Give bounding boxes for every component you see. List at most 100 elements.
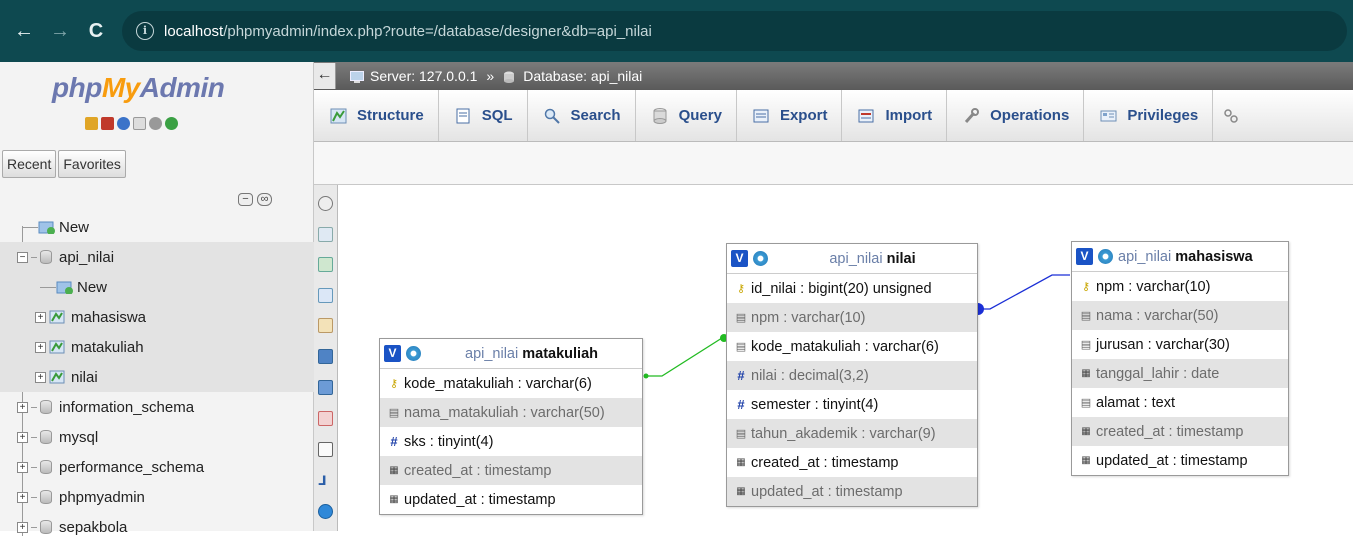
tree-item-mahasiswa[interactable]: + mahasiswa xyxy=(0,302,314,332)
tab-import[interactable]: Import xyxy=(842,90,948,141)
column-row[interactable]: ▤ npm : varchar(10) xyxy=(727,303,977,332)
column-row[interactable]: ▤ nama_matakuliah : varchar(50) xyxy=(380,398,642,427)
fullscreen-icon[interactable] xyxy=(318,227,333,242)
reload-icon[interactable]: C xyxy=(78,20,114,43)
field-icon: ▤ xyxy=(1080,397,1092,409)
toggle-columns-button[interactable]: V xyxy=(1076,248,1093,265)
routines-icon xyxy=(1223,108,1240,124)
tree-item-matakuliah[interactable]: + matakuliah xyxy=(0,332,314,362)
home-icon[interactable] xyxy=(85,117,98,130)
query-icon xyxy=(652,107,669,124)
expand-icon[interactable]: + xyxy=(17,491,28,503)
column-row[interactable]: ▦ updated_at : timestamp xyxy=(727,477,977,506)
column-row[interactable]: # nilai : decimal(3,2) xyxy=(727,361,977,390)
er-table-mahasiswa[interactable]: V api_nilai mahasiswa ⚷ npm : varchar(10)… xyxy=(1071,241,1289,476)
create-table-icon[interactable] xyxy=(318,442,333,457)
column-row[interactable]: ▦ updated_at : timestamp xyxy=(1072,446,1288,475)
table-options-gear-icon[interactable] xyxy=(753,251,768,266)
column-row[interactable]: ▦ created_at : timestamp xyxy=(1072,417,1288,446)
reload-navigation-icon[interactable] xyxy=(165,117,178,130)
table-options-gear-icon[interactable] xyxy=(1098,249,1113,264)
toggle-columns-button[interactable]: V xyxy=(384,345,401,362)
edit-page-icon[interactable] xyxy=(318,318,333,333)
tree-item-phpmyadmin[interactable]: + phpmyadmin xyxy=(0,482,314,512)
er-table-nilai[interactable]: V api_nilai nilai ⚷ id_nilai : bigint(20)… xyxy=(726,243,978,507)
relation-start-dot xyxy=(643,373,649,379)
column-row[interactable]: ▤ nama : varchar(50) xyxy=(1072,301,1288,330)
tree-item-performance-schema[interactable]: + performance_schema xyxy=(0,452,314,482)
tree-item-mysql[interactable]: + mysql xyxy=(0,422,314,452)
help-icon[interactable] xyxy=(318,504,333,519)
address-bar[interactable]: i localhost/phpmyadmin/index.php?route=/… xyxy=(122,11,1347,51)
column-row[interactable]: ⚷ kode_matakuliah : varchar(6) xyxy=(380,369,642,398)
designer-canvas[interactable]: ⅃ V api_nilai matakuliah ⚷ kode_matakulia… xyxy=(314,185,1353,531)
settings-gear-icon[interactable] xyxy=(149,117,162,130)
column-label: npm : varchar(10) xyxy=(751,309,866,326)
column-label: updated_at : timestamp xyxy=(751,483,903,500)
logout-icon[interactable] xyxy=(101,117,114,130)
expand-icon[interactable]: + xyxy=(35,311,46,323)
new-page-icon[interactable] xyxy=(318,288,333,303)
tree-item-api-nilai[interactable]: − api_nilai xyxy=(0,242,314,272)
tree-item-information-schema[interactable]: + information_schema xyxy=(0,392,314,422)
back-arrow-icon[interactable]: ← xyxy=(6,20,42,43)
table-header[interactable]: V api_nilai matakuliah xyxy=(380,339,642,369)
breadcrumb-database[interactable]: Database: api_nilai xyxy=(523,68,642,84)
save-icon[interactable] xyxy=(318,349,333,364)
column-row[interactable]: ▦ updated_at : timestamp xyxy=(380,485,642,514)
docs-icon[interactable] xyxy=(133,117,146,130)
phpmyadmin-logo[interactable]: phpMyAdmin xyxy=(52,72,225,104)
table-options-gear-icon[interactable] xyxy=(406,346,421,361)
column-row[interactable]: ▤ alamat : text xyxy=(1072,388,1288,417)
tab-search[interactable]: Search xyxy=(528,90,636,141)
expand-icon[interactable]: + xyxy=(17,461,28,473)
column-row[interactable]: ⚷ npm : varchar(10) xyxy=(1072,272,1288,301)
toggle-menu-icon[interactable] xyxy=(318,196,333,211)
save-as-icon[interactable] xyxy=(318,380,333,395)
recent-tab[interactable]: Recent xyxy=(2,150,57,178)
link-with-main-icon[interactable]: ∞ xyxy=(257,193,272,206)
tab-sql[interactable]: SQL xyxy=(439,90,528,141)
toggle-columns-button[interactable]: V xyxy=(731,250,748,267)
favorites-tab[interactable]: Favorites xyxy=(58,150,126,178)
expand-icon[interactable]: + xyxy=(17,401,28,413)
expand-icon[interactable]: + xyxy=(17,431,28,443)
table-header[interactable]: V api_nilai nilai xyxy=(727,244,977,274)
expand-icon[interactable]: + xyxy=(35,341,46,353)
column-row[interactable]: ▦ tanggal_lahir : date xyxy=(1072,359,1288,388)
tree-item-new-table[interactable]: New xyxy=(0,272,314,302)
column-row[interactable]: ⚷ id_nilai : bigint(20) unsigned xyxy=(727,274,977,303)
database-icon xyxy=(40,490,52,504)
tree-item-label: sepakbola xyxy=(59,518,128,536)
tab-export[interactable]: Export xyxy=(737,90,843,141)
column-row[interactable]: ▤ tahun_akademik : varchar(9) xyxy=(727,419,977,448)
tree-controls: − ∞ xyxy=(238,193,272,206)
breadcrumb-server[interactable]: Server: 127.0.0.1 xyxy=(370,68,477,84)
er-table-matakuliah[interactable]: V api_nilai matakuliah ⚷ kode_matakuliah … xyxy=(379,338,643,515)
tab-more[interactable] xyxy=(1213,90,1264,141)
column-row[interactable]: ▤ jurusan : varchar(30) xyxy=(1072,330,1288,359)
site-info-icon[interactable]: i xyxy=(136,22,154,40)
add-tables-icon[interactable] xyxy=(318,257,333,272)
tree-item-sepakbola[interactable]: + sepakbola xyxy=(0,512,314,542)
delete-page-icon[interactable] xyxy=(318,411,333,426)
tab-structure[interactable]: Structure xyxy=(314,90,439,141)
column-row[interactable]: ▦ created_at : timestamp xyxy=(727,448,977,477)
column-row[interactable]: # sks : tinyint(4) xyxy=(380,427,642,456)
collapse-icon[interactable]: − xyxy=(17,251,28,263)
help-icon[interactable] xyxy=(117,117,130,130)
column-row[interactable]: ▦ created_at : timestamp xyxy=(380,456,642,485)
column-row[interactable]: # semester : tinyint(4) xyxy=(727,390,977,419)
tree-item-nilai[interactable]: + nilai xyxy=(0,362,314,392)
expand-icon[interactable]: + xyxy=(35,371,46,383)
create-relation-icon[interactable]: ⅃ xyxy=(318,473,333,488)
table-header[interactable]: V api_nilai mahasiswa xyxy=(1072,242,1288,272)
forward-arrow-icon[interactable]: → xyxy=(42,20,78,43)
tab-privileges[interactable]: Privileges xyxy=(1084,90,1214,141)
tab-query[interactable]: Query xyxy=(636,90,737,141)
collapse-navigation-arrow-icon[interactable]: ← xyxy=(314,63,336,89)
collapse-all-icon[interactable]: − xyxy=(238,193,253,206)
column-row[interactable]: ▤ kode_matakuliah : varchar(6) xyxy=(727,332,977,361)
tree-item-new[interactable]: New xyxy=(0,212,314,242)
tab-operations[interactable]: Operations xyxy=(947,90,1085,141)
